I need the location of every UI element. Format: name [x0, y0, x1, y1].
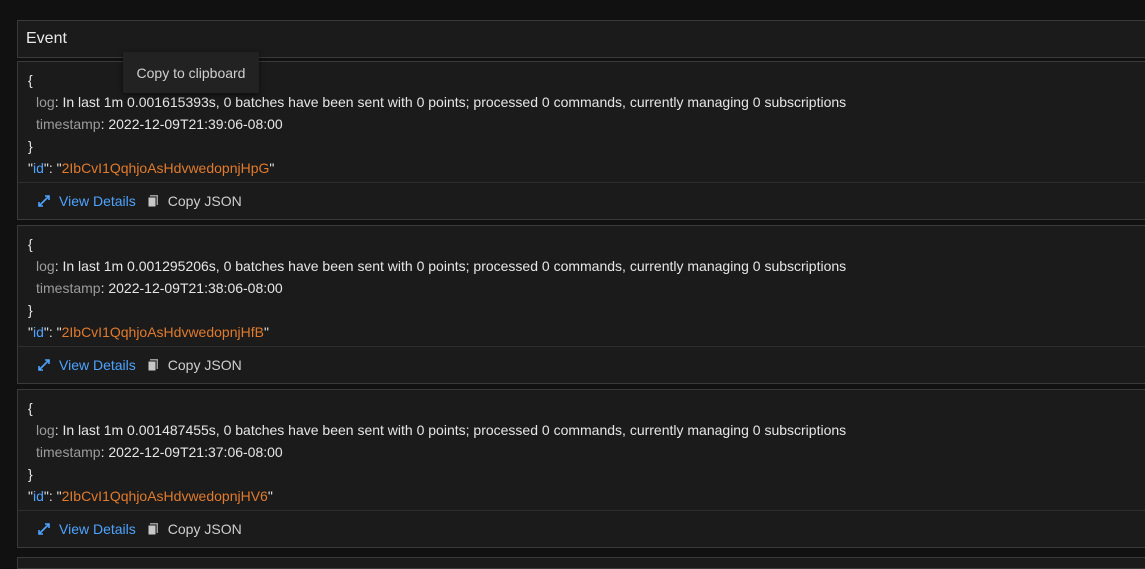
close-brace: } [28, 466, 33, 482]
expand-icon [38, 523, 50, 535]
id-value: 2IbCvI1QqhjoAsHdvwedopnjHfB [61, 324, 264, 340]
view-details-label: View Details [59, 521, 136, 537]
copy-json-button[interactable]: Copy JSON [146, 357, 242, 373]
id-line: "id": "2IbCvI1QqhjoAsHdvwedopnjHfB" [28, 324, 269, 340]
event-actions: View Details Copy JSON [18, 346, 1145, 383]
timestamp-value: 2022-12-09T21:37:06-08:00 [108, 444, 283, 460]
copy-json-button[interactable]: Copy JSON [146, 193, 242, 209]
timestamp-line: timestamp: 2022-12-09T21:37:06-08:00 [36, 444, 283, 460]
timestamp-value: 2022-12-09T21:38:06-08:00 [108, 280, 283, 296]
timestamp-line: timestamp: 2022-12-09T21:38:06-08:00 [36, 280, 283, 296]
open-brace: { [28, 400, 33, 416]
expand-icon [38, 195, 50, 207]
copy-icon [147, 523, 158, 536]
tooltip-text: Copy to clipboard [136, 64, 246, 81]
close-brace: } [28, 138, 33, 154]
log-line: log: In last 1m 0.001487455s, 0 batches … [36, 422, 847, 438]
log-line: log: In last 1m 0.001295206s, 0 batches … [36, 258, 847, 274]
event-json: { log: In last 1m 0.001295206s, 0 batche… [18, 226, 1145, 343]
view-details-button[interactable]: View Details [37, 357, 136, 373]
view-details-button[interactable]: View Details [37, 521, 136, 537]
event-card: { log: In last 1m 0.001487455s, 0 batche… [17, 389, 1145, 548]
copy-json-label: Copy JSON [167, 193, 242, 209]
copy-icon [147, 195, 158, 208]
timestamp-key: timestamp [36, 280, 101, 296]
view-details-label: View Details [59, 193, 136, 209]
copy-json-label: Copy JSON [167, 357, 242, 373]
event-panel: Event { log: In last 1m 0.001615393s, 0 … [17, 20, 1145, 548]
id-key: id [32, 160, 44, 176]
id-value: 2IbCvI1QqhjoAsHdvwedopnjHpG [61, 160, 270, 176]
event-actions: View Details Copy JSON [18, 510, 1145, 547]
open-brace: { [28, 236, 33, 252]
event-actions: View Details Copy JSON [18, 182, 1145, 219]
log-line: log: In last 1m 0.001615393s, 0 batches … [36, 94, 847, 110]
timestamp-value: 2022-12-09T21:39:06-08:00 [108, 116, 283, 132]
log-value: In last 1m 0.001615393s, 0 batches have … [62, 94, 847, 110]
timestamp-line: timestamp: 2022-12-09T21:39:06-08:00 [36, 116, 283, 132]
id-key: id [32, 488, 44, 504]
view-details-button[interactable]: View Details [37, 193, 136, 209]
id-key: id [32, 324, 44, 340]
id-line: "id": "2IbCvI1QqhjoAsHdvwedopnjHpG" [28, 160, 275, 176]
log-value: In last 1m 0.001295206s, 0 batches have … [62, 258, 847, 274]
copy-tooltip: Copy to clipboard [123, 52, 259, 93]
log-key: log [36, 422, 55, 438]
id-line: "id": "2IbCvI1QqhjoAsHdvwedopnjHV6" [28, 488, 273, 504]
copy-json-button[interactable]: Copy JSON [146, 521, 242, 537]
event-card-partial [17, 557, 1145, 569]
event-json: { log: In last 1m 0.001487455s, 0 batche… [18, 390, 1145, 507]
timestamp-key: timestamp [36, 116, 101, 132]
event-card: { log: In last 1m 0.001295206s, 0 batche… [17, 225, 1145, 384]
expand-icon [38, 359, 50, 371]
id-value: 2IbCvI1QqhjoAsHdvwedopnjHV6 [61, 488, 268, 504]
close-brace: } [28, 302, 33, 318]
log-key: log [36, 94, 55, 110]
log-key: log [36, 258, 55, 274]
copy-json-label: Copy JSON [167, 521, 242, 537]
view-details-label: View Details [59, 357, 136, 373]
copy-icon [147, 359, 158, 372]
panel-title: Event [26, 30, 67, 47]
log-value: In last 1m 0.001487455s, 0 batches have … [62, 422, 847, 438]
timestamp-key: timestamp [36, 444, 101, 460]
